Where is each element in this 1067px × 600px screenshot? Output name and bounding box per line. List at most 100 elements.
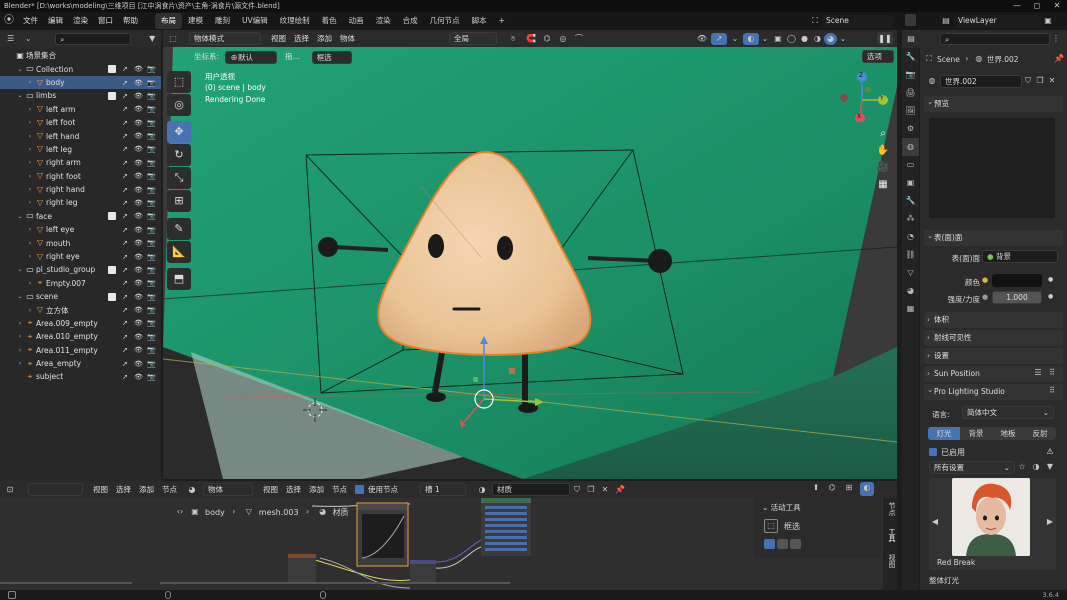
expand-arrow-icon[interactable]: › [26,133,34,140]
scene-tab-icon[interactable]: ⚙ [902,120,919,138]
select-arrow-icon[interactable]: ➚ [121,306,129,314]
camera-icon[interactable]: 📷 [147,319,156,327]
scene-selector[interactable]: ⛶ Scene [808,14,898,28]
viewport-menu-object[interactable]: 物体 [336,32,359,46]
expand-arrow-icon[interactable]: › [26,280,34,287]
select-arrow-icon[interactable]: ➚ [121,145,129,153]
camera-icon[interactable]: 📷 [147,253,156,261]
texture-tab-icon[interactable]: ▦ [902,300,919,318]
menu-render[interactable]: 渲染 [68,12,93,30]
select-arrow-icon[interactable]: ➚ [121,65,129,73]
duplicate-material-icon[interactable]: ❐ [584,484,598,496]
breadcrumb-toggle-icon[interactable]: ‹› [175,506,185,518]
expand-arrow-icon[interactable]: › [16,320,24,327]
menu-help[interactable]: 帮助 [118,12,143,30]
workspace-tab-animation[interactable]: 动画 [343,13,370,29]
outliner-row[interactable]: › ▽ right foot ➚ 👁 📷 [0,170,161,183]
menu-edit[interactable]: 编辑 [43,12,68,30]
section-ray-visibility[interactable]: 射线可见性 [924,330,1063,346]
world-duplicate-icon[interactable]: ❐ [1034,75,1046,87]
select-arrow-icon[interactable]: ➚ [121,319,129,327]
expand-arrow-icon[interactable]: › [26,159,34,166]
maximize-button[interactable]: ◻ [1027,0,1047,12]
camera-icon[interactable]: 📷 [147,212,156,220]
eye-icon[interactable]: 👁 [134,79,143,87]
workspace-tab-layout[interactable]: 布局 [155,13,182,29]
strength-socket-icon[interactable]: ● [982,291,992,304]
scale-tool-icon[interactable]: ⤡ [167,167,191,189]
outliner-row[interactable]: › ▽ left hand ➚ 👁 📷 [0,129,161,142]
material-slot-dropdown[interactable]: 槽 1 [420,483,466,496]
workspace-tab-uv[interactable]: UV编辑 [236,13,274,29]
proportional-edit-icon[interactable]: ◎ [555,33,571,45]
output-tab-icon[interactable]: 🖨 [902,84,919,102]
snap-icon[interactable]: 🧲 [523,33,539,45]
select-arrow-icon[interactable]: ➚ [121,212,129,220]
select-box-tool-icon[interactable]: ⬚ [167,71,191,93]
blender-logo-icon[interactable]: ⦿ [0,15,18,27]
expand-arrow-icon[interactable]: › [26,186,34,193]
workspace-tab-geometry-nodes[interactable]: 几何节点 [424,13,466,29]
expand-arrow-icon[interactable]: › [16,333,24,340]
viewlayer-selector[interactable]: ▤ ViewLayer ▣ [938,14,1058,28]
preset-next-icon[interactable]: ▶ [1046,516,1054,528]
surface-shader-field[interactable]: ● 背景 [982,250,1058,263]
outliner-row[interactable]: › ▽ right arm ➚ 👁 📷 [0,156,161,169]
expand-arrow-icon[interactable]: ⌄ [16,293,24,300]
sun-drag-icon[interactable]: ⠿ [1046,367,1058,379]
select-arrow-icon[interactable]: ➚ [121,172,129,180]
material-sphere-icon[interactable]: ◑ [1030,461,1042,473]
active-tool-title[interactable]: ⌄ 活动工具 [754,498,881,517]
node-menu2-view[interactable]: 视图 [259,483,282,497]
display-mode-icon[interactable]: ⌄ [21,33,35,45]
properties-editor-icon[interactable]: ▤ [902,33,920,45]
eye-icon[interactable]: 👁 [134,132,143,140]
eye-icon[interactable]: 👁 [134,145,143,153]
options-dropdown[interactable]: 选项 [862,50,894,63]
expand-arrow-icon[interactable]: › [16,347,24,354]
select-arrow-icon[interactable]: ➚ [121,333,129,341]
eye-icon[interactable]: 👁 [134,226,143,234]
outliner-row[interactable]: › ▽ left foot ➚ 👁 📷 [0,116,161,129]
material-shading-icon[interactable]: ◑ [811,33,824,45]
outliner-row[interactable]: › ⌖ Area_empty ➚ 👁 📷 [0,357,161,370]
select-arrow-icon[interactable]: ➚ [121,186,129,194]
falloff-icon[interactable]: ⌒ [571,33,587,45]
expand-arrow-icon[interactable]: › [26,119,34,126]
select-arrow-icon[interactable]: ➚ [121,293,129,301]
expand-arrow-icon[interactable]: › [26,79,34,86]
node-menu2-node[interactable]: 节点 [328,483,351,497]
material-browse-icon[interactable]: ◑ [472,484,492,496]
camera-icon[interactable]: 📷 [147,172,156,180]
select-arrow-icon[interactable]: ➚ [121,119,129,127]
world-name-field[interactable]: 世界.002 [940,74,1022,88]
eye-icon[interactable]: 👁 [134,239,143,247]
rotate-tool-icon[interactable]: ↻ [167,144,191,166]
node-menu-select[interactable]: 选择 [112,483,135,497]
select-mode-dropdown[interactable]: 框选 [311,50,352,64]
gizmo-dropdown-icon[interactable]: ⌄ [727,33,743,45]
editor-type-icon[interactable]: ☰ [0,33,21,45]
section-preview[interactable]: 预览 [924,94,1063,112]
outliner-row[interactable]: › ▽ left eye ➚ 👁 📷 [0,223,161,236]
eye-icon[interactable]: 👁 [134,172,143,180]
tool-tab-icon[interactable]: 🔧 [902,48,919,66]
favorite-star-icon[interactable]: ☆ [1016,461,1028,473]
workspace-tab-sculpting[interactable]: 雕刻 [209,13,236,29]
select-arrow-icon[interactable]: ➚ [121,266,129,274]
node-snap-mode-icon[interactable]: ⊞ [842,482,856,496]
node-overlay-icon[interactable]: ◐ [860,482,874,496]
select-arrow-icon[interactable]: ➚ [121,253,129,261]
expand-arrow-icon[interactable]: › [26,240,34,247]
menu-file[interactable]: 文件 [18,12,43,30]
collection-tab-icon[interactable]: ▭ [902,156,919,174]
node-menu-view[interactable]: 视图 [89,483,112,497]
eye-icon[interactable]: 👁 [134,92,143,100]
view-layer-tab-icon[interactable]: 🖼 [902,102,919,120]
expand-arrow-icon[interactable]: › [26,106,34,113]
measure-tool-icon[interactable]: 📐 [167,241,191,263]
particles-tab-icon[interactable]: ⁂ [902,210,919,228]
outliner-row[interactable]: › ▽ right leg ➚ 👁 📷 [0,196,161,209]
expand-arrow-icon[interactable]: › [26,307,34,314]
eye-icon[interactable]: 👁 [134,319,143,327]
